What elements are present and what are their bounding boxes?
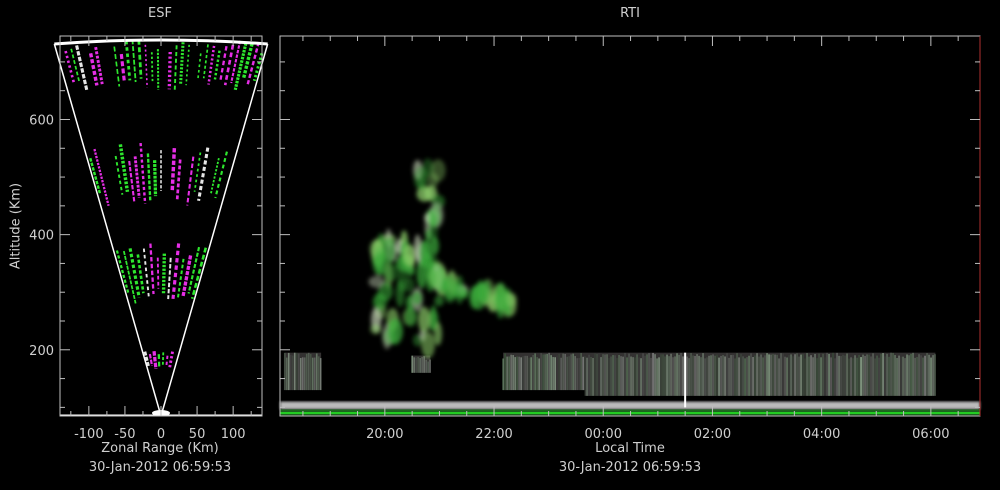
esf-echo-column: [202, 44, 209, 79]
esf-echo-band: [89, 143, 228, 206]
rti-plume: [368, 228, 418, 350]
esf-echo-column: [173, 45, 178, 91]
rti-x-tick-label: 02:00: [694, 427, 731, 442]
esf-echo-band: [143, 351, 174, 370]
rti-plume-blob: [417, 306, 431, 333]
esf-echo-column: [149, 243, 155, 295]
esf-echo-column: [137, 39, 143, 79]
esf-echo-column: [152, 160, 158, 197]
rti-plume-blob: [372, 293, 388, 311]
esf-echo-column: [156, 257, 160, 289]
esf-echo-column: [118, 144, 130, 193]
esf-x-tick-label: 0: [157, 427, 165, 442]
rti-plume-blob: [421, 331, 435, 359]
esf-y-tick-label: 200: [29, 344, 54, 359]
esf-echo-column: [219, 46, 228, 81]
rti-plume-blob: [413, 166, 429, 191]
esf-echo-column: [161, 253, 167, 294]
rti-plume-blob: [404, 277, 415, 293]
esf-echo-column: [193, 152, 202, 192]
esf-echo-column: [207, 45, 216, 85]
rti-x-tick-label: 00:00: [585, 427, 622, 442]
esf-echo-column: [168, 351, 174, 368]
esf-echo-column: [152, 351, 158, 370]
rti-plume-blob: [429, 214, 439, 243]
rti-plume-blob: [430, 159, 446, 182]
rti-x-tick-label: 22:00: [475, 427, 512, 442]
rti-plume-blob: [461, 287, 468, 299]
esf-echo-column: [133, 156, 141, 198]
rti-plume-blob: [411, 290, 423, 306]
esf-echo-column: [144, 44, 148, 88]
esf-echo-column: [170, 148, 177, 191]
esf-frame: [59, 35, 263, 417]
rti-plume-blob: [387, 317, 403, 345]
esf-x-tick-label: 100: [221, 427, 246, 442]
esf-echo-column: [150, 52, 154, 83]
esf-x-tick-label: -100: [74, 427, 104, 442]
esf-echo-column: [88, 52, 99, 86]
esf-echo-column: [233, 42, 248, 91]
esf-echo-column: [213, 50, 221, 80]
esf-fan-right-edge: [160, 43, 269, 417]
esf-echo-band: [115, 243, 208, 304]
rti-bottomside-layer: [584, 352, 936, 396]
esf-echo-column: [175, 159, 182, 202]
rti-plume-blob: [469, 285, 480, 309]
esf-echo-column: [148, 353, 154, 366]
esf-echo-column: [186, 156, 195, 206]
esf-echo-column: [197, 147, 210, 201]
rti-plume-blob: [382, 237, 396, 264]
esf-echo-column: [128, 160, 136, 202]
esf-echo-column: [197, 53, 202, 81]
rti-plume-blob: [434, 266, 447, 294]
rti-x-tick-label: 20:00: [366, 427, 403, 442]
esf-echo-column: [113, 46, 121, 87]
esf-echo-column: [171, 243, 181, 300]
rti-plume-blob: [374, 252, 385, 270]
rti-plume-blob: [494, 288, 508, 319]
esf-fan-left-edge: [53, 43, 162, 417]
esf-echo-column: [119, 53, 126, 81]
esf-echo-column: [209, 157, 220, 194]
rti-plume-blob: [478, 284, 488, 300]
rti-plume-blob: [429, 305, 437, 331]
esf-echo-column: [179, 42, 185, 85]
rti-x-tick-label: 04:00: [803, 427, 840, 442]
esf-echo-column: [75, 45, 89, 91]
esf-echo-column: [167, 51, 172, 90]
esf-echo-column: [139, 143, 147, 204]
rti-plot: [280, 158, 980, 416]
rti-bottomside-layer: [283, 352, 322, 391]
rti-x-tick-label: 06:00: [912, 427, 949, 442]
rti-plume: [411, 158, 446, 359]
esf-echo-column: [185, 44, 190, 86]
charts-canvas: 200 400 600 -100 -50 0 50 100 20:00 22:00 00:00 02:…: [29, 35, 981, 442]
esf-echo-column: [167, 257, 172, 300]
esf-y-tick-label: 600: [29, 113, 54, 128]
esf-x-tick-label: 50: [189, 427, 206, 442]
rti-plume: [425, 262, 517, 320]
esf-echo-column: [142, 248, 150, 297]
rti-plume-blob: [434, 295, 444, 307]
esf-echo-column: [146, 153, 152, 201]
esf-echo-band: [64, 39, 264, 91]
esf-y-tick-label: 400: [29, 229, 54, 244]
esf-echo-column: [124, 40, 132, 81]
esf-echo-column: [165, 355, 169, 368]
esf-x-tick-label: -50: [114, 427, 135, 442]
rti-bottomside-layer: [502, 352, 586, 391]
esf-echo-column: [115, 250, 130, 294]
rti-plume-blob: [370, 324, 382, 335]
rti-plume-blob: [368, 276, 384, 288]
esf-plot: [53, 38, 269, 417]
esf-echo-column: [131, 39, 137, 83]
